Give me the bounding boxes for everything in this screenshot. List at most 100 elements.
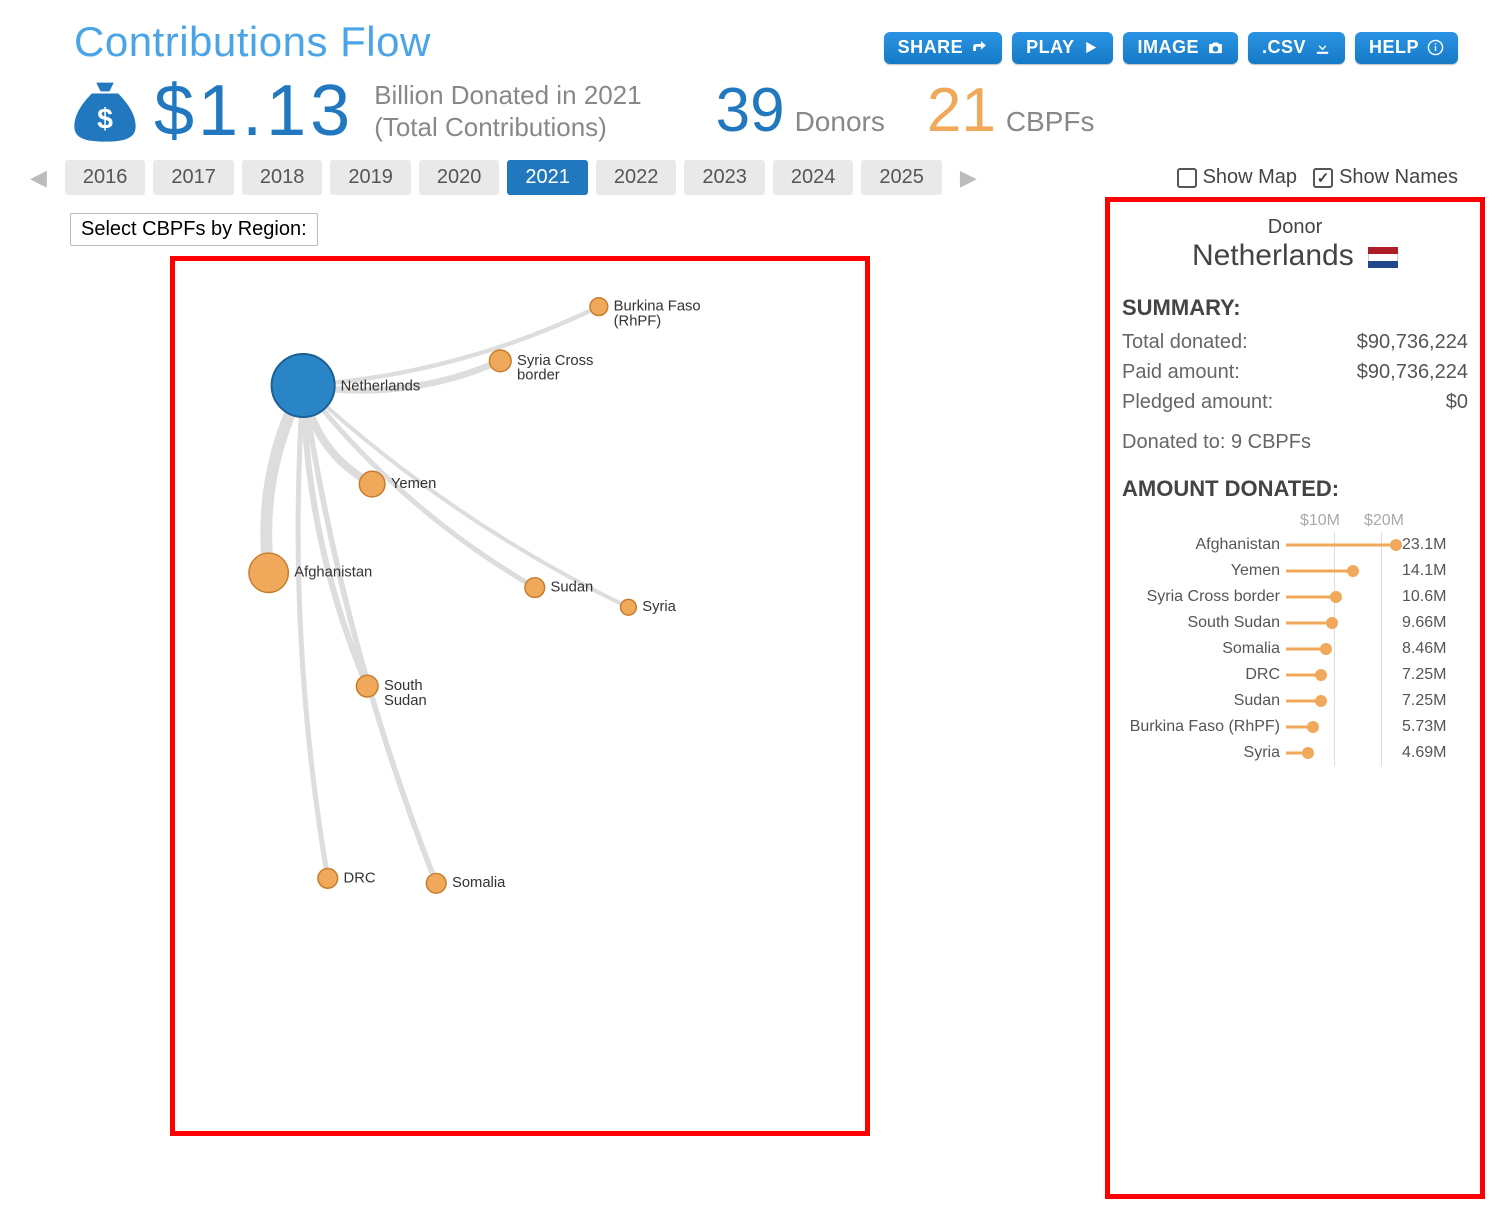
lollipop-value: 10.6M (1402, 588, 1446, 606)
csv-button[interactable]: .CSV (1248, 32, 1345, 64)
lollipop-row: Afghanistan23.1M (1122, 532, 1468, 558)
lollipop-row: Syria 4.69M (1122, 740, 1468, 766)
recipient-label: Syria (642, 599, 676, 615)
image-button[interactable]: IMAGE (1123, 32, 1238, 64)
year-pill-2017[interactable]: 2017 (153, 160, 234, 195)
year-pill-2024[interactable]: 2024 (773, 160, 854, 195)
flow-graph[interactable]: Burkina Faso(RhPF)Syria CrossborderYemen… (170, 256, 870, 1136)
lollipop-category: Syria Cross border (1122, 588, 1286, 606)
pledged-value: $0 (1446, 387, 1468, 417)
donated-to: Donated to: 9 CBPFs (1122, 431, 1468, 454)
play-button[interactable]: PLAY (1012, 32, 1113, 64)
show-names-checkbox[interactable]: ✓ Show Names (1313, 166, 1458, 189)
recipient-node[interactable] (489, 350, 511, 372)
recipient-label: Somalia (452, 875, 506, 891)
year-pill-2022[interactable]: 2022 (596, 160, 677, 195)
lollipop-bar (1286, 558, 1396, 584)
year-pill-2023[interactable]: 2023 (684, 160, 765, 195)
recipient-label: Sudan (384, 693, 427, 709)
donor-node[interactable] (272, 354, 335, 417)
donors-label: Donors (795, 106, 885, 138)
lollipop-category: South Sudan (1122, 614, 1286, 632)
pledged-label: Pledged amount: (1122, 387, 1273, 417)
year-pill-2021[interactable]: 2021 (507, 160, 588, 195)
recipient-label: Sudan (551, 580, 594, 596)
cbpfs-count: 21 (927, 80, 996, 142)
help-button[interactable]: HELP (1355, 32, 1458, 64)
lollipop-value: 4.69M (1402, 744, 1446, 762)
total-amount: $1.13 (154, 75, 354, 147)
lollipop-value: 9.66M (1402, 614, 1446, 632)
svg-text:$: $ (97, 104, 113, 136)
lollipop-chart: $10M $20M Afghanistan23.1MYemen14.1MSyri… (1122, 512, 1468, 766)
amount-sub-1: Billion Donated in 2021 (374, 79, 641, 112)
recipient-label: Afghanistan (294, 565, 372, 581)
help-label: HELP (1369, 37, 1419, 58)
show-map-checkbox[interactable]: Show Map (1177, 166, 1298, 189)
year-pill-2016[interactable]: 2016 (65, 160, 146, 195)
lollipop-value: 14.1M (1402, 562, 1446, 580)
lollipop-bar (1286, 688, 1396, 714)
lollipop-category: Syria (1122, 744, 1286, 762)
year-pill-2018[interactable]: 2018 (242, 160, 323, 195)
show-names-label: Show Names (1339, 166, 1458, 189)
play-icon (1082, 39, 1099, 56)
donors-count: 39 (716, 80, 785, 142)
download-icon (1314, 39, 1331, 56)
lollipop-value: 7.25M (1402, 666, 1446, 684)
lollipop-value: 23.1M (1402, 536, 1446, 554)
amount-donated-heading: AMOUNT DONATED: (1122, 476, 1468, 502)
netherlands-flag-icon (1368, 247, 1398, 268)
year-pill-2020[interactable]: 2020 (419, 160, 500, 195)
recipient-label: South (384, 678, 423, 694)
year-pill-2019[interactable]: 2019 (330, 160, 411, 195)
donor-name-text: Netherlands (1192, 239, 1354, 272)
recipient-node[interactable] (249, 553, 288, 592)
donor-name: Netherlands (1122, 239, 1468, 273)
year-next-arrow[interactable]: ▶ (960, 165, 977, 191)
stats-row: $ $1.13 Billion Donated in 2021 (Total C… (70, 74, 1476, 148)
donor-label: Donor (1122, 216, 1468, 239)
lollipop-bar (1286, 636, 1396, 662)
lollipop-category: Yemen (1122, 562, 1286, 580)
lollipop-bar (1286, 532, 1396, 558)
recipient-node[interactable] (590, 298, 608, 316)
lollipop-value: 5.73M (1402, 718, 1446, 736)
share-label: SHARE (898, 37, 964, 58)
recipient-label: DRC (344, 870, 376, 886)
recipient-node[interactable] (621, 599, 637, 615)
lollipop-row: Yemen 14.1M (1122, 558, 1468, 584)
recipient-node[interactable] (318, 869, 338, 889)
donor-node-label: Netherlands (341, 378, 421, 394)
recipient-node[interactable] (426, 873, 446, 893)
lollipop-row: Burkina Faso (RhPF)5.73M (1122, 714, 1468, 740)
recipient-node[interactable] (356, 675, 378, 697)
lollipop-row: Sudan7.25M (1122, 688, 1468, 714)
recipient-node[interactable] (525, 578, 545, 598)
year-pill-2025[interactable]: 2025 (861, 160, 942, 195)
toolbar: SHARE PLAY IMAGE .CSV HELP (884, 32, 1458, 64)
lollipop-bar (1286, 714, 1396, 740)
lollipop-category: Sudan (1122, 692, 1286, 710)
recipient-label: Yemen (391, 476, 436, 492)
lollipop-bar (1286, 740, 1396, 766)
total-donated-label: Total donated: (1122, 327, 1248, 357)
lollipop-row: Syria Cross border 10.6M (1122, 584, 1468, 610)
lollipop-row: South Sudan 9.66M (1122, 610, 1468, 636)
show-map-label: Show Map (1203, 166, 1298, 189)
share-button[interactable]: SHARE (884, 32, 1003, 64)
csv-label: .CSV (1262, 37, 1306, 58)
page-title: Contributions Flow (74, 18, 431, 66)
lollipop-bar (1286, 610, 1396, 636)
paid-label: Paid amount: (1122, 357, 1240, 387)
recipient-node[interactable] (359, 471, 385, 497)
lollipop-bar (1286, 662, 1396, 688)
play-label: PLAY (1026, 37, 1074, 58)
recipient-label: border (517, 368, 560, 384)
total-donated-value: $90,736,224 (1357, 327, 1468, 357)
recipient-label: (RhPF) (614, 313, 662, 329)
year-pills: 2016201720182019202020212022202320242025 (65, 160, 942, 195)
year-prev-arrow[interactable]: ◀ (30, 165, 47, 191)
axis-tick-1: $10M (1300, 512, 1340, 530)
select-region-button[interactable]: Select CBPFs by Region: (70, 213, 318, 246)
